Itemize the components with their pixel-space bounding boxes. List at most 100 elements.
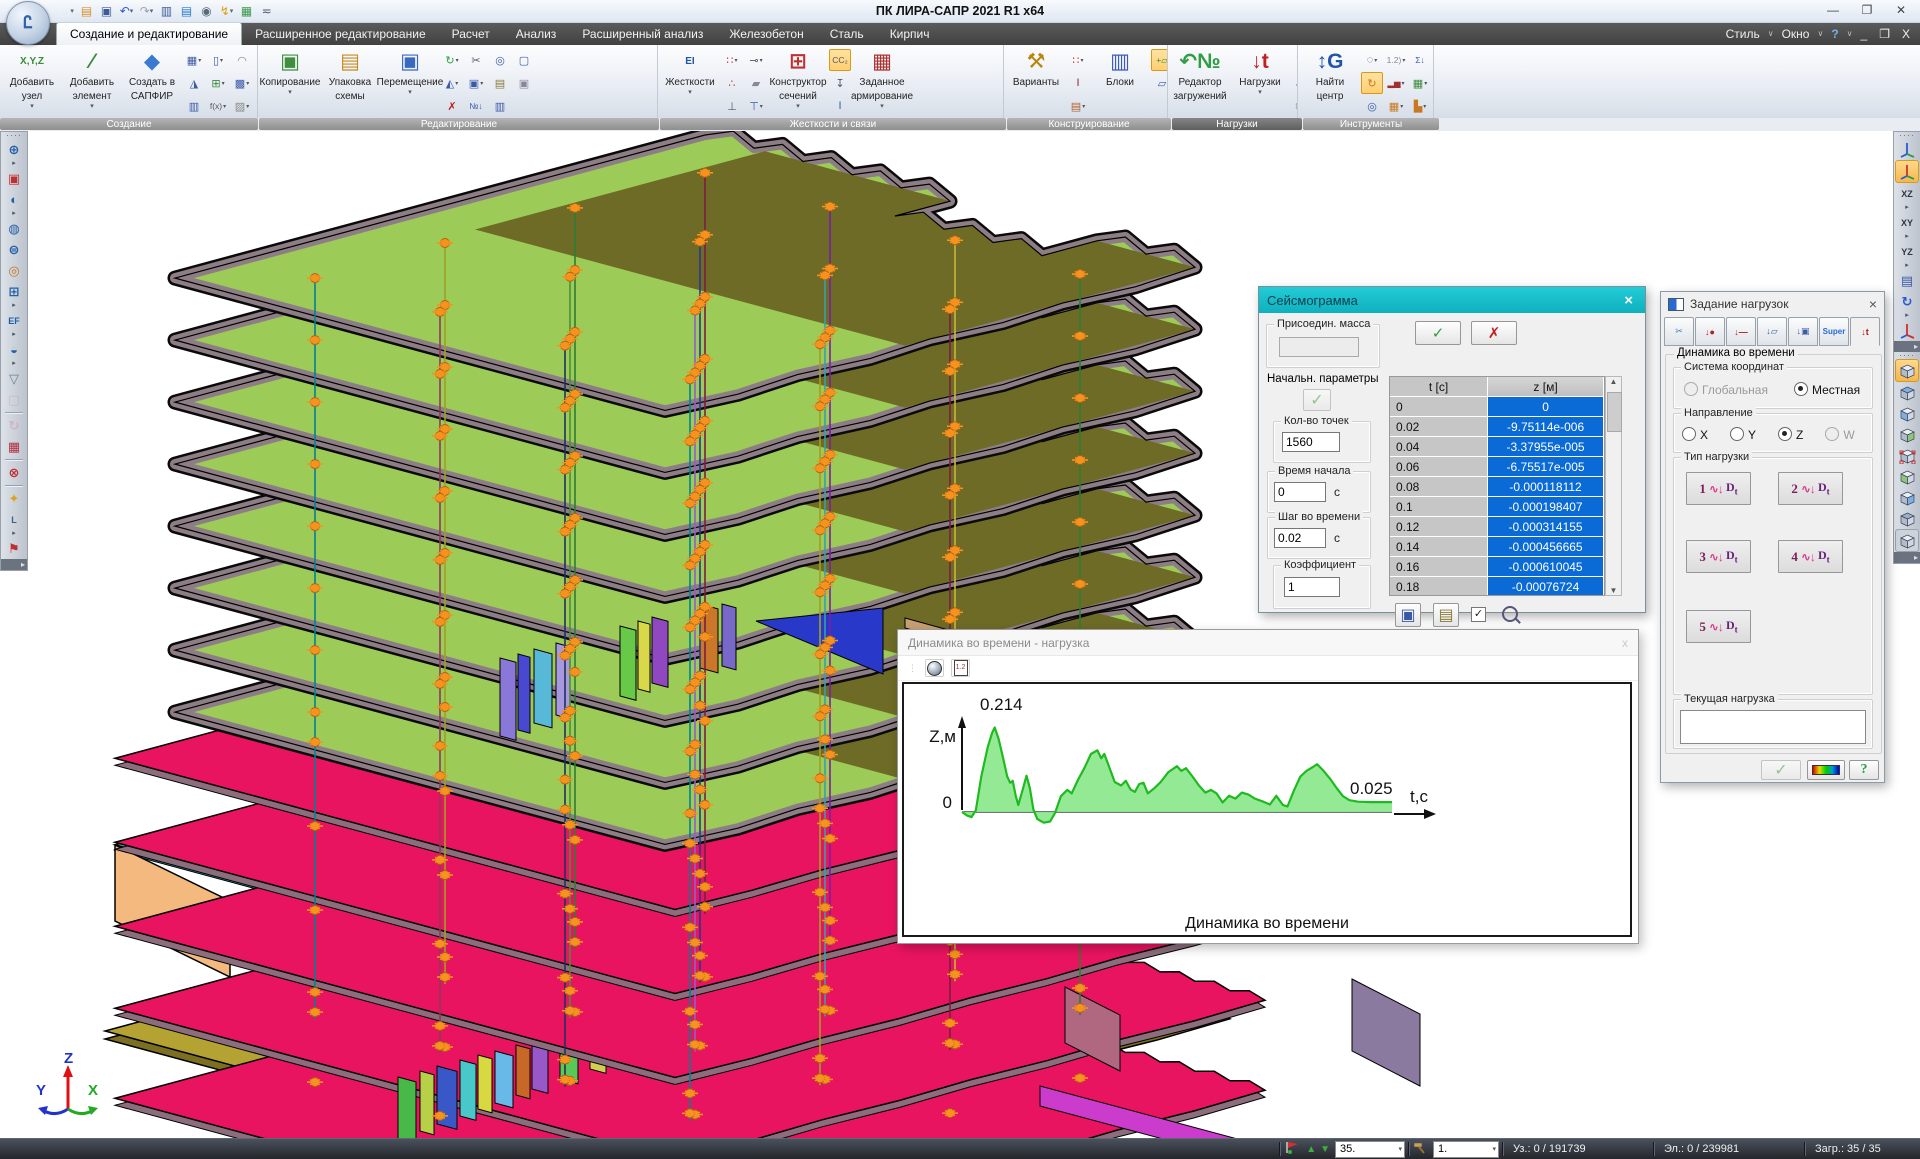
dynamics-close-icon[interactable]: x xyxy=(1622,636,1628,650)
tab-6[interactable]: Железобетон xyxy=(716,23,816,45)
flag-number-icon[interactable] xyxy=(1280,1141,1304,1157)
stiffness-button[interactable]: EIЖесткости▾ xyxy=(661,47,719,114)
dynamics-chart-area[interactable]: Z,м0.21400.025t,cДинамика во времени xyxy=(902,682,1632,937)
contour-button[interactable]: ▙▾ xyxy=(1409,95,1431,117)
find-center-button[interactable]: ↕GНайтицентр xyxy=(1301,47,1359,114)
zoom-select-button[interactable]: ◎ xyxy=(489,49,511,71)
restore-button[interactable]: ❐ xyxy=(1850,0,1884,20)
bricks-button[interactable]: ▤▾ xyxy=(1067,95,1089,117)
table-checkbox[interactable]: ✓ xyxy=(1471,607,1486,622)
view-target-button[interactable]: ◎ xyxy=(3,260,25,281)
open-file[interactable]: ▤ xyxy=(78,2,95,20)
col-header-t[interactable]: t [c] xyxy=(1390,377,1488,397)
rotate-button[interactable]: ↻▾ xyxy=(441,49,463,71)
right-toolbar-more-8[interactable]: ▸ xyxy=(1905,262,1909,270)
table-row[interactable]: 00 xyxy=(1390,397,1604,417)
coord-radio-Местная[interactable] xyxy=(1794,382,1808,396)
tab-solid-loads[interactable]: ↓▣ xyxy=(1788,317,1818,346)
seismogram-title-bar[interactable]: Сейсмограмма × xyxy=(1259,287,1645,313)
qat-options[interactable]: ≂ xyxy=(258,2,275,20)
spring-button[interactable]: ↧ xyxy=(829,72,851,94)
stiff-plate-button[interactable]: ▰ xyxy=(745,72,767,94)
current-load-value[interactable] xyxy=(1680,710,1866,744)
sum-sort-button[interactable]: Σ↓ xyxy=(1409,49,1431,71)
projection-xz-button[interactable]: XZ xyxy=(1896,183,1918,204)
load-type-5-button[interactable]: 5∿↓Dt xyxy=(1686,610,1751,643)
style-menu[interactable]: Стиль xyxy=(1722,27,1764,41)
section-constructor-button[interactable]: ⊞Конструкторсечений ▾ xyxy=(769,47,827,114)
group-label-Инструменты[interactable]: Инструменты xyxy=(1303,118,1439,130)
rotate-copy-button[interactable]: ↻ xyxy=(3,415,25,436)
pan-view-button[interactable]: ⊕ xyxy=(3,139,25,160)
direction-Y[interactable]: Y xyxy=(1730,426,1756,444)
model-axes-button[interactable] xyxy=(1896,320,1918,341)
anchor-button[interactable]: ⊥ xyxy=(721,95,743,117)
dynamics-title-bar[interactable]: Динамика во времени - нагрузка x xyxy=(898,630,1638,656)
loads-apply-button[interactable]: ✓ xyxy=(1761,760,1801,780)
sapfir-model[interactable]: ▦ xyxy=(238,2,255,20)
tab-bar-loads[interactable]: ↓— xyxy=(1726,317,1756,346)
grid-fragment-button[interactable]: ▨▾ xyxy=(231,95,253,117)
table-zoom-icon[interactable] xyxy=(1501,605,1519,623)
copy-button[interactable]: ▣Копирование▾ xyxy=(261,47,319,114)
direction-radio-W[interactable] xyxy=(1825,427,1839,441)
direction-radio-Y[interactable] xyxy=(1730,427,1744,441)
view-layers-button[interactable]: ⊜ xyxy=(3,239,25,260)
right-toolbar-more-4[interactable]: ▸ xyxy=(1905,204,1909,212)
mosaic-button[interactable]: ▦▾ xyxy=(1385,95,1407,117)
view-left-button[interactable] xyxy=(1896,403,1918,424)
joints-button[interactable]: ⊤▾ xyxy=(745,95,767,117)
tab-8[interactable]: Кирпич xyxy=(877,23,943,45)
seismogram-close-icon[interactable]: × xyxy=(1620,292,1637,309)
cylinder-button[interactable]: ▯▾ xyxy=(207,49,229,71)
rotate-view-button[interactable]: ↻ xyxy=(1361,72,1383,94)
dome-button[interactable]: ◠ xyxy=(231,49,253,71)
table-edit-button[interactable]: ▦ xyxy=(3,436,25,457)
direction-radio-Z[interactable] xyxy=(1778,427,1792,441)
given-reinforcement-button[interactable]: ▦Заданноеармирование ▾ xyxy=(853,47,911,114)
filter-button[interactable]: ▽ xyxy=(3,368,25,389)
scale-combo[interactable]: 35.▾ xyxy=(1335,1141,1405,1158)
view-isometric-button[interactable] xyxy=(1895,359,1919,382)
view-select-button[interactable] xyxy=(1896,445,1918,466)
poly-filter-button[interactable]: ▢ xyxy=(3,389,25,410)
view-right-button[interactable] xyxy=(1896,424,1918,445)
tab-1[interactable]: Создание и редактирование xyxy=(56,22,242,45)
pile-button[interactable]: I xyxy=(829,95,851,117)
left-toolbar-more-14[interactable]: ▸ xyxy=(12,360,16,368)
draft-add-button[interactable]: +▱ xyxy=(1151,49,1168,71)
table-row[interactable]: 0.14-0.000456665 xyxy=(1390,537,1604,557)
undo[interactable]: ↶▾ xyxy=(118,2,135,20)
scroll-thumb[interactable] xyxy=(1607,392,1622,432)
help-book[interactable]: ▤ xyxy=(178,2,195,20)
masses-button[interactable]: ∴ xyxy=(721,72,743,94)
loadcase-editor-button[interactable]: ↶№Редакторзагружений xyxy=(1171,47,1229,114)
tab-2[interactable]: Расширенное редактирование xyxy=(242,23,439,45)
add-mesh-node-button[interactable]: ⊞▾ xyxy=(207,72,229,94)
view-bottom-button[interactable] xyxy=(1896,508,1918,529)
table-row[interactable]: 0.02-9.75114e-006 xyxy=(1390,417,1604,437)
mdi-restore[interactable]: ❐ xyxy=(1875,27,1894,41)
scroll-up-icon[interactable]: ▲ xyxy=(1610,377,1618,386)
chart-values-button[interactable]: 1.2 xyxy=(951,659,970,677)
compass-button[interactable]: ◒ xyxy=(3,339,25,360)
variants-button[interactable]: ⚒Варианты xyxy=(1007,47,1065,114)
hinges-button[interactable]: ⊸▾ xyxy=(745,49,767,71)
prev-loadcase-icon[interactable]: ▲ xyxy=(1304,1144,1318,1155)
tab-plate-loads[interactable]: ↓▱ xyxy=(1757,317,1787,346)
view-iso-small-button[interactable] xyxy=(1895,529,1919,552)
blocks-button[interactable]: ▥Блоки xyxy=(1091,47,1149,114)
find-zoom-button[interactable]: ◎ xyxy=(1361,95,1383,117)
load-cut-button[interactable]: ✂▾ xyxy=(1291,95,1298,117)
coord-Глобальная[interactable]: Глобальная xyxy=(1684,381,1768,399)
tab-super[interactable]: Super xyxy=(1819,317,1849,346)
group-label-Создание[interactable]: Создание xyxy=(0,118,258,130)
zoom-cancel-button[interactable]: ⊗ xyxy=(3,462,25,483)
seismogram-apply-button[interactable]: ✓ xyxy=(1415,321,1461,345)
table-row[interactable]: 0.1-0.000198407 xyxy=(1390,497,1604,517)
pack-scheme-button[interactable]: ▤Упаковкасхемы xyxy=(321,47,379,114)
space-axes-button[interactable] xyxy=(1896,139,1918,160)
chart-print-button[interactable] xyxy=(925,659,944,677)
load-type-4-button[interactable]: 4∿↓Dt xyxy=(1778,540,1843,573)
right-toolbar-expand[interactable]: ▸ xyxy=(1894,552,1920,563)
